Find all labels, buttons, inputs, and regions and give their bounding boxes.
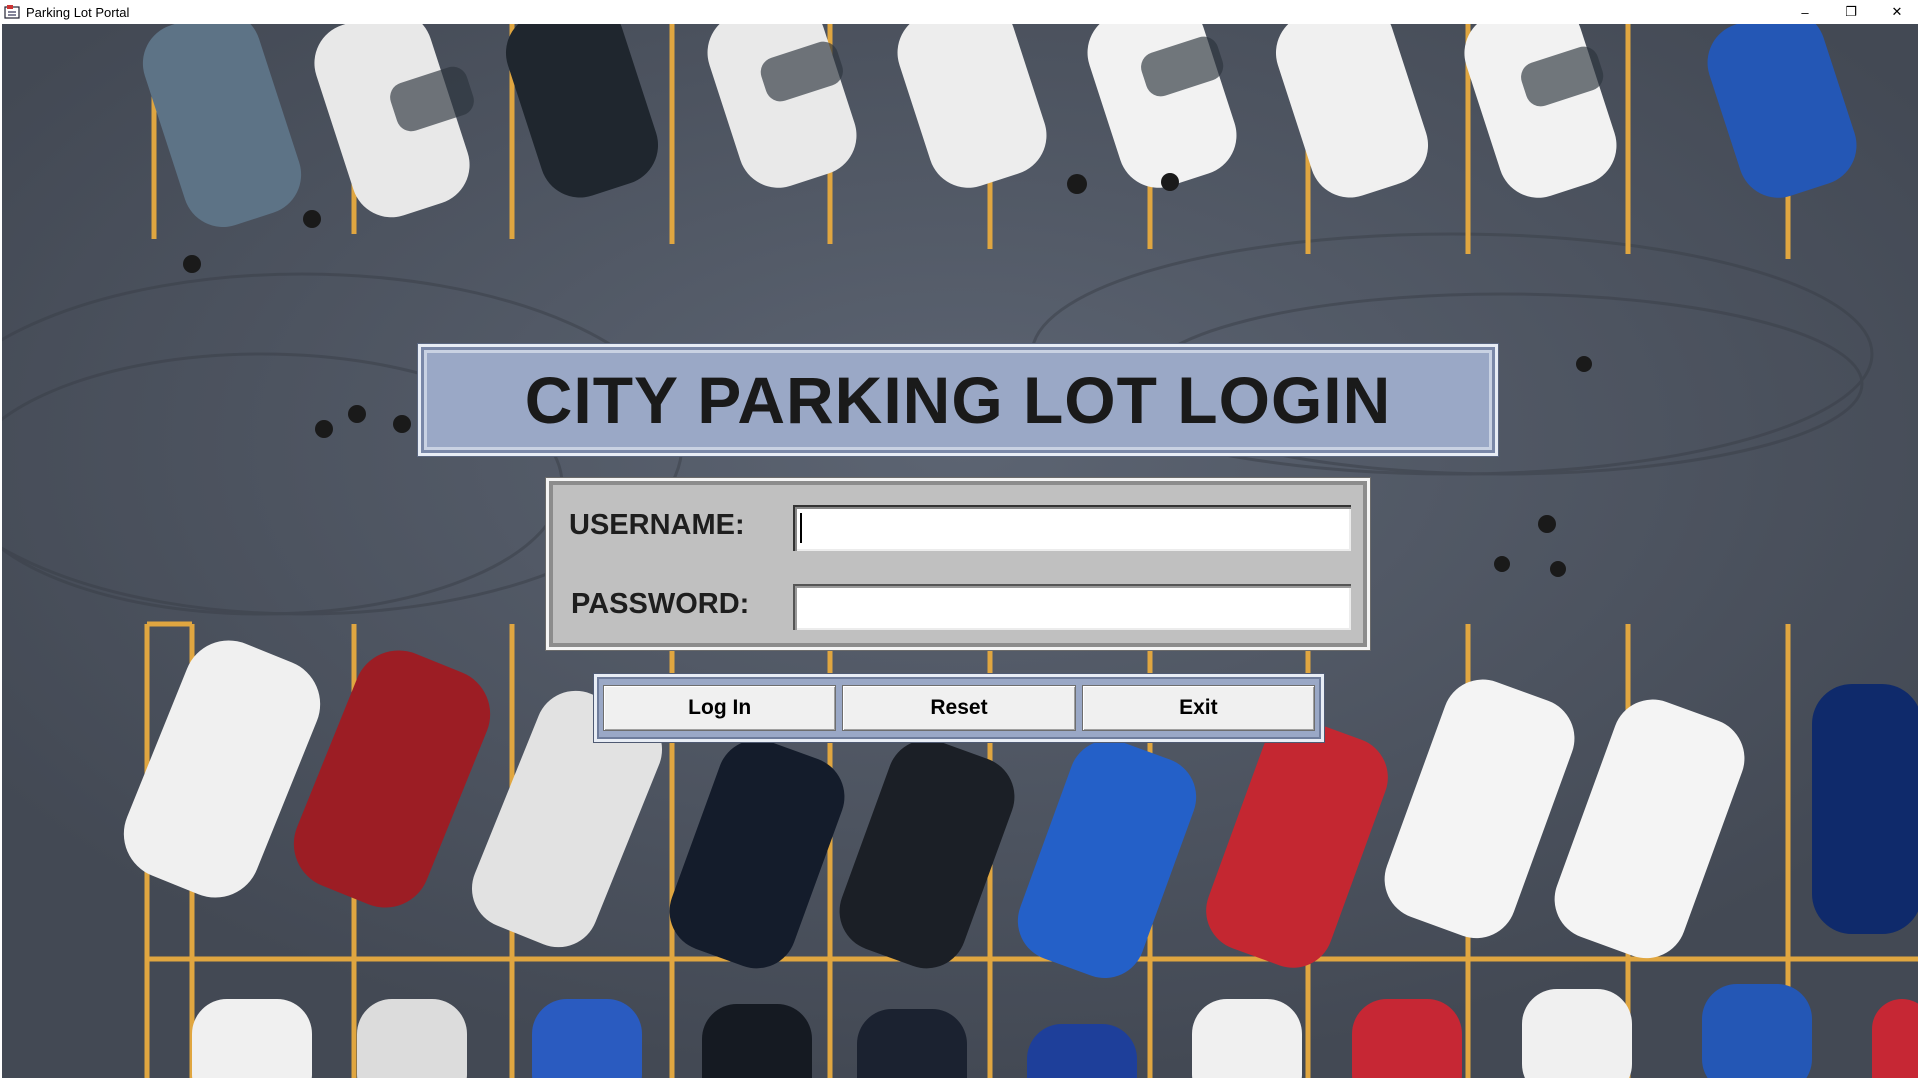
exit-button[interactable]: Exit [1081, 685, 1315, 731]
window-controls: – ❐ ✕ [1782, 0, 1920, 24]
restore-button[interactable]: ❐ [1828, 0, 1874, 24]
text-caret [800, 513, 802, 543]
reset-button[interactable]: Reset [842, 685, 1076, 731]
minimize-button[interactable]: – [1782, 0, 1828, 24]
password-input[interactable] [793, 584, 1351, 630]
page-title: CITY PARKING LOT LOGIN [524, 363, 1392, 437]
button-bar: Log In Reset Exit [594, 674, 1324, 742]
title-banner: CITY PARKING LOT LOGIN [418, 344, 1498, 456]
password-label: PASSWORD: [571, 588, 750, 620]
username-input[interactable] [793, 505, 1351, 551]
title-bar: Parking Lot Portal – ❐ ✕ [0, 0, 1920, 24]
username-label: USERNAME: [569, 509, 745, 541]
login-button[interactable]: Log In [603, 685, 837, 731]
login-form: USERNAME: PASSWORD: [546, 478, 1370, 650]
close-button[interactable]: ✕ [1874, 0, 1920, 24]
app-window: Parking Lot Portal – ❐ ✕ CITY PARKING LO… [0, 0, 1920, 1080]
parking-lot-app-icon [4, 5, 20, 19]
window-title: Parking Lot Portal [26, 4, 130, 20]
